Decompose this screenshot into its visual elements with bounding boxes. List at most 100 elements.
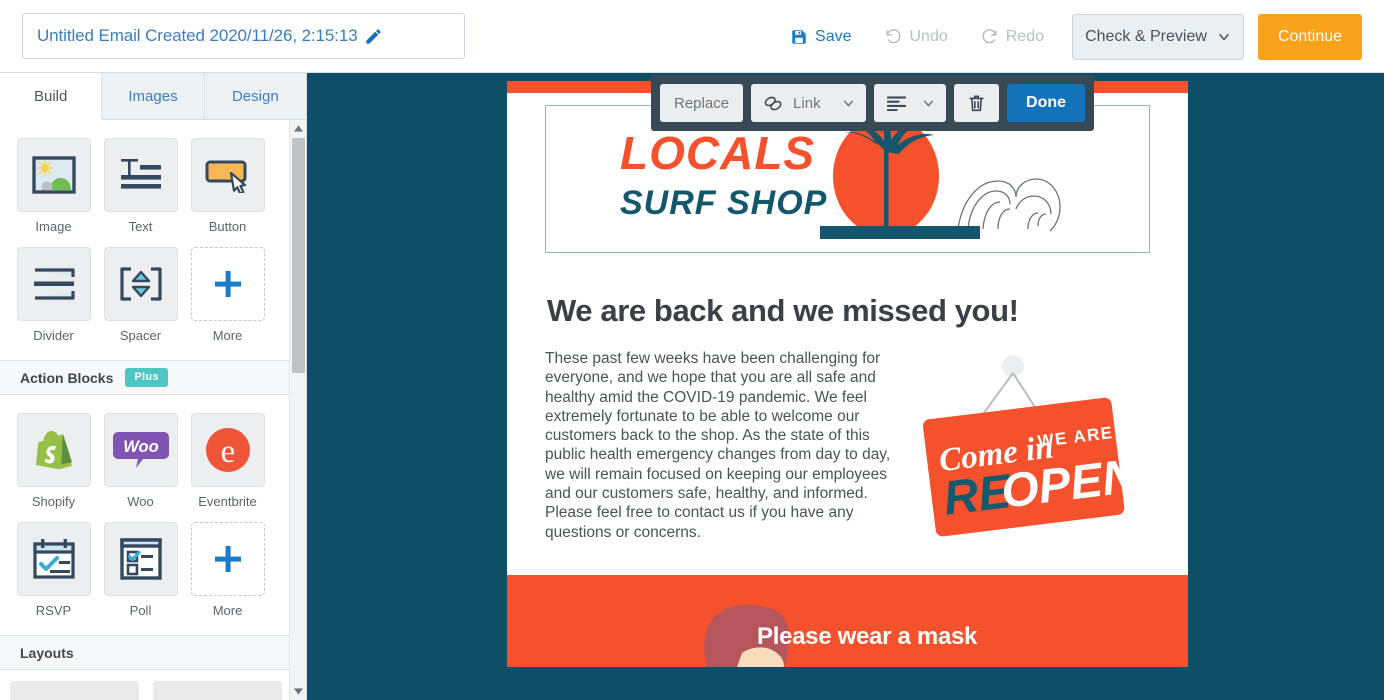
tab-build-label: Build [33,87,68,105]
done-label: Done [1026,94,1067,111]
save-label: Save [815,27,852,45]
build-block-label: More [212,328,243,343]
align-left-icon [887,95,906,111]
tab-design[interactable]: Design [204,73,306,119]
build-block-label: Text [128,219,153,234]
email-heading[interactable]: We are back and we missed you! [547,293,1150,329]
continue-label: Continue [1277,27,1343,45]
sidebar-tabs: Build Images Design [0,73,306,120]
scrollbar-thumb[interactable] [292,138,305,373]
action-blocks-grid: Shopify Woo Woo e Eventbrite RSVP Poll M… [0,395,290,635]
save-button[interactable]: Save [774,17,867,57]
layouts-grid [0,670,306,700]
build-block-more[interactable]: More [184,247,271,343]
top-bar: Untitled Email Created 2020/11/26, 2:15:… [0,0,1384,73]
email-editor-app: Untitled Email Created 2020/11/26, 2:15:… [0,0,1384,700]
action-block-more[interactable]: More [184,522,271,618]
email-content: LOCALS SURF SHOP We are back and we miss… [507,105,1188,575]
build-block-text[interactable]: Text [97,138,184,234]
chevron-down-icon[interactable] [922,97,935,110]
sidebar-scrollbar[interactable] [289,120,306,700]
text-icon [103,138,178,212]
action-block-rsvp[interactable]: RSVP [10,522,97,618]
redo-label: Redo [1005,27,1044,45]
action-block-shopify[interactable]: Shopify [10,413,97,509]
poll-icon [103,522,178,596]
plus-badge: Plus [125,368,168,387]
replace-button[interactable]: Replace [660,84,744,122]
divider-icon [16,247,91,321]
svg-text:SURF SHOP: SURF SHOP [620,184,827,222]
redo-button[interactable]: Redo [964,17,1060,57]
shopify-icon [16,413,91,487]
check-preview-label: Check & Preview [1085,27,1207,45]
layout-thumbnail[interactable] [10,681,139,700]
sidebar-scroll-region: Image Text Button Divider Spacer More Ac… [0,120,306,700]
action-block-poll[interactable]: Poll [97,522,184,618]
svg-text:Woo: Woo [123,438,158,456]
build-block-divider[interactable]: Divider [10,247,97,343]
build-block-label: Button [208,219,247,234]
email-title-text: Untitled Email Created 2020/11/26, 2:15:… [37,26,358,45]
action-block-label: Shopify [31,494,76,509]
undo-arrow-icon [884,27,903,46]
mask-illustration [704,605,789,667]
chevron-down-icon [1217,30,1231,44]
build-block-label: Image [35,219,72,234]
calendar-check-icon [16,522,91,596]
build-block-label: Spacer [119,328,162,343]
layouts-title: Layouts [20,644,74,661]
undo-button[interactable]: Undo [868,17,964,57]
chain-link-icon [763,95,784,112]
done-button[interactable]: Done [1007,84,1086,122]
woocommerce-icon: Woo [103,413,178,487]
link-button[interactable]: Link [751,84,867,122]
redo-arrow-icon [980,27,999,46]
svg-text:LOCALS: LOCALS [620,127,815,179]
action-block-label: RSVP [35,603,72,618]
build-block-image[interactable]: Image [10,138,97,234]
email-canvas: LOCALS SURF SHOP We are back and we miss… [307,73,1384,700]
top-actions: Save Undo Redo Check & Preview Continue [774,0,1362,73]
email-title-field[interactable]: Untitled Email Created 2020/11/26, 2:15:… [22,13,465,59]
reopen-sign-image: Come in WE ARE RE OPEN [922,355,1135,537]
trash-icon [968,94,985,113]
left-sidebar: Build Images Design Image Text Button Di… [0,73,307,700]
action-block-label: More [212,603,243,618]
build-blocks-grid: Image Text Button Divider Spacer More [0,120,290,360]
link-label: Link [793,94,821,112]
pencil-icon[interactable] [364,27,383,46]
delete-button[interactable] [954,84,1000,122]
replace-label: Replace [674,94,730,112]
chevron-down-icon[interactable] [842,97,866,110]
action-blocks-title: Action Blocks [20,369,114,386]
check-and-preview-button[interactable]: Check & Preview [1072,13,1244,60]
align-button[interactable] [874,84,947,122]
email-body-text[interactable]: These past few weeks have been challengi… [545,349,905,553]
undo-label: Undo [909,27,948,45]
scroll-down-arrow-icon[interactable] [290,683,306,700]
action-block-label: Woo [127,494,154,509]
build-block-button[interactable]: Button [184,138,271,234]
block-floating-toolbar: Replace Link Done [651,75,1095,131]
continue-button[interactable]: Continue [1258,13,1362,60]
mask-band-title: Please wear a mask [757,623,978,650]
tab-images[interactable]: Images [102,73,205,119]
scroll-up-arrow-icon[interactable] [290,120,306,137]
action-blocks-header: Action Blocks Plus [0,360,306,395]
build-block-spacer[interactable]: Spacer [97,247,184,343]
build-block-label: Divider [33,328,74,343]
button-icon [190,138,265,212]
eventbrite-icon: e [190,413,265,487]
locals-surf-shop-logo: LOCALS SURF SHOP [620,114,1061,239]
email-mask-band[interactable]: Please wear a mask [507,575,1188,667]
tab-build[interactable]: Build [0,73,103,120]
action-block-eventbrite[interactable]: e Eventbrite [184,413,271,509]
email-image-cell[interactable]: Come in WE ARE RE OPEN [905,349,1150,553]
layouts-header: Layouts [0,635,306,670]
email-document: LOCALS SURF SHOP We are back and we miss… [507,81,1188,667]
layout-thumbnail[interactable] [153,681,282,700]
plus-icon [190,247,265,321]
floppy-disk-icon [790,28,808,46]
action-block-woo[interactable]: Woo Woo [97,413,184,509]
